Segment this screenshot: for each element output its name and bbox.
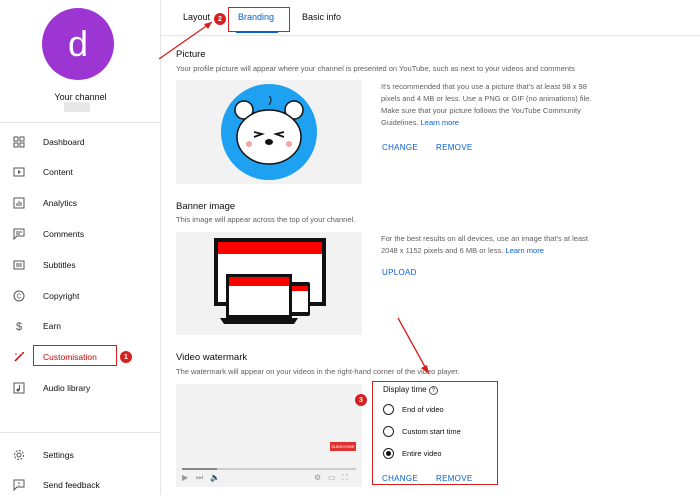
annotation-arrows [158,21,430,375]
